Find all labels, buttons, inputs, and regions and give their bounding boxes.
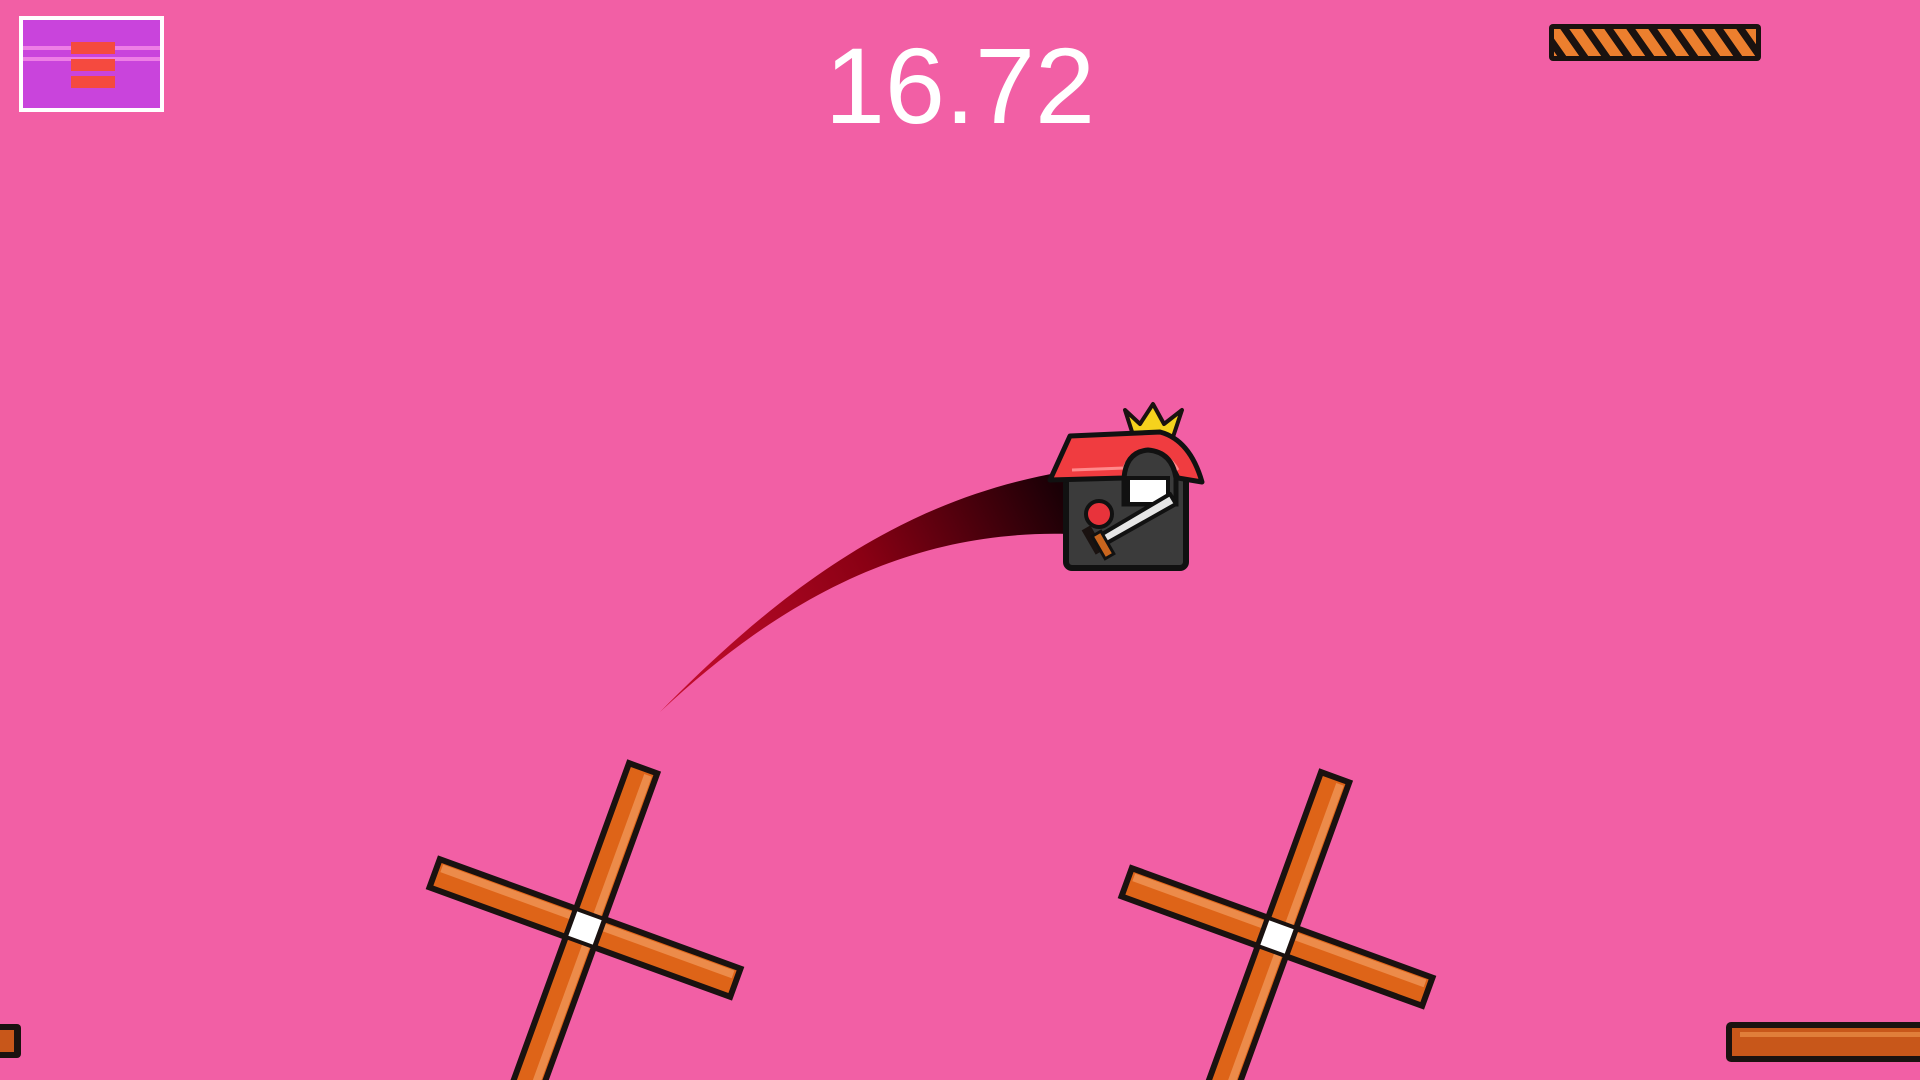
- spinning-cross-blade: [1117, 768, 1437, 1080]
- striped-platform: [1549, 24, 1761, 61]
- game-scene: [0, 24, 1920, 1080]
- game-stage[interactable]: 16.72: [0, 0, 1920, 1080]
- wooden-platform: [0, 1024, 21, 1058]
- wooden-platform: [1726, 1022, 1920, 1062]
- menu-button[interactable]: [19, 16, 164, 112]
- motion-trail: [660, 472, 1068, 712]
- elapsed-timer: 16.72: [824, 25, 1096, 146]
- samurai-house-player: [1047, 402, 1205, 571]
- spinning-cross-blade: [425, 759, 745, 1080]
